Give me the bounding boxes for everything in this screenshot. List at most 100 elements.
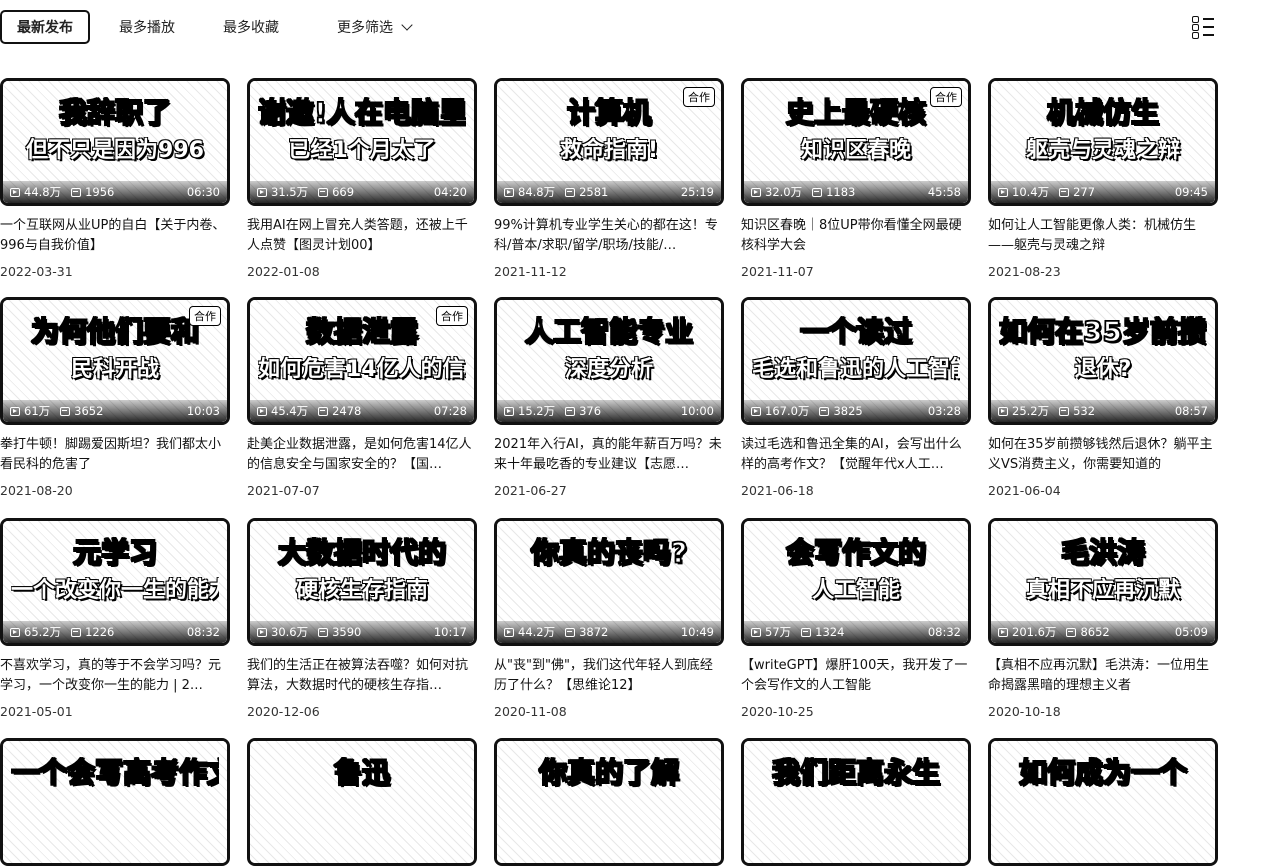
video-thumbnail[interactable]: 一个会写高考作文的: [0, 738, 230, 866]
cover-sub-text: 已经1个月太了: [288, 138, 436, 163]
video-title[interactable]: 知识区春晚｜8位UP带你看懂全网最硬核科学大会: [741, 216, 971, 256]
duration: 03:28: [927, 404, 961, 418]
video-stats: 167.0万 3825 03:28: [744, 400, 968, 422]
video-thumbnail[interactable]: 谢邀!人在电脑里 已经1个月太了 31.5万 669 04:20: [247, 78, 477, 206]
danmaku-icon: [60, 406, 71, 416]
danmaku-count: 1226: [85, 625, 115, 639]
video-title[interactable]: 我用AI在网上冒充人类答题，还被上千人点赞【图灵计划00】: [247, 216, 477, 256]
collab-badge: 合作: [930, 87, 962, 107]
video-thumbnail[interactable]: 我们距离永生: [741, 738, 971, 866]
collab-badge: 合作: [189, 306, 221, 326]
video-title[interactable]: 一个互联网从业UP的自白【关于内卷、996与自我价值】: [0, 216, 230, 256]
danmaku-count: 3590: [332, 625, 362, 639]
cover-sub-text: 但不只是因为996: [26, 138, 204, 163]
video-title[interactable]: 赴美企业数据泄露，是如何危害14亿人的信息安全与国家安全的？【国…: [247, 435, 477, 475]
video-title[interactable]: 如何让人工智能更像人类：机械仿生——躯壳与灵魂之辩: [988, 216, 1218, 256]
cover-sub-text: 毛选和鲁迅的人工智能: [752, 357, 960, 382]
video-card[interactable]: 谢邀!人在电脑里 已经1个月太了 31.5万 669 04:20 我用AI在网上…: [247, 78, 477, 279]
view-count: 15.2万: [518, 404, 556, 418]
video-card[interactable]: 数据泄露 如何危害14亿人的信息安全? 合作 45.4万 2478 07:28 …: [247, 297, 477, 498]
video-card[interactable]: 我们距离永生: [741, 738, 971, 866]
video-card[interactable]: 人工智能专业 深度分析 15.2万 376 10:00 2021年入行AI，真的…: [494, 297, 724, 498]
video-card[interactable]: 我辞职了 但不只是因为996 44.8万 1956 06:30 一个互联网从业U…: [0, 78, 230, 279]
video-card[interactable]: 机械仿生 躯壳与灵魂之辩 10.4万 277 09:45 如何让人工智能更像人类…: [988, 78, 1218, 279]
video-thumbnail[interactable]: 你真的丧吗? 44.2万 3872 10:49: [494, 518, 724, 646]
publish-date: 2020-10-25: [741, 704, 814, 719]
collab-badge: 合作: [436, 306, 468, 326]
video-title[interactable]: 2021年入行AI，真的能年薪百万吗？未来十年最吃香的专业建议【志愿…: [494, 435, 724, 475]
video-card[interactable]: 鲁迅: [247, 738, 477, 866]
video-thumbnail[interactable]: 机械仿生 躯壳与灵魂之辩 10.4万 277 09:45: [988, 78, 1218, 206]
video-card[interactable]: 你真的丧吗? 44.2万 3872 10:49 从"丧"到"佛"，我们这代年轻人…: [494, 518, 724, 719]
video-thumbnail[interactable]: 会写作文的 人工智能 57万 1324 08:32: [741, 518, 971, 646]
video-card[interactable]: 毛洪涛 真相不应再沉默 201.6万 8652 05:09 【真相不应再沉默】毛…: [988, 518, 1218, 719]
video-stats: 61万 3652 10:03: [3, 400, 227, 422]
video-title[interactable]: 99%计算机专业学生关心的都在这！专科/普本/求职/留学/职场/技能/…: [494, 216, 724, 256]
video-stats: 44.2万 3872 10:49: [497, 621, 721, 643]
video-thumbnail[interactable]: 你真的了解: [494, 738, 724, 866]
publish-date: 2021-06-18: [741, 483, 814, 498]
video-thumbnail[interactable]: 元学习 一个改变你一生的能力 65.2万 1226 08:32: [0, 518, 230, 646]
video-title[interactable]: 【真相不应再沉默】毛洪涛：一位用生命揭露黑暗的理想主义者: [988, 656, 1218, 696]
filter-most-fav-button[interactable]: 最多收藏: [223, 10, 279, 44]
filter-most-played-button[interactable]: 最多播放: [119, 10, 175, 44]
video-stats: 32.0万 1183 45:58: [744, 181, 968, 203]
view-count: 25.2万: [1012, 404, 1050, 418]
video-thumbnail[interactable]: 如何在35岁前攒够钱 退休? 25.2万 532 08:57: [988, 297, 1218, 425]
video-card[interactable]: 计算机 救命指南! 合作 84.8万 2581 25:19 99%计算机专业学生…: [494, 78, 724, 279]
cover-main-text: 会写作文的: [785, 537, 927, 569]
video-card[interactable]: 一个读过 毛选和鲁迅的人工智能 167.0万 3825 03:28 读过毛选和鲁…: [741, 297, 971, 498]
duration: 06:30: [186, 185, 220, 199]
danmaku-count: 669: [332, 185, 355, 199]
video-thumbnail[interactable]: 如何成为一个: [988, 738, 1218, 866]
duration: 09:45: [1174, 185, 1208, 199]
play-count-icon: [751, 406, 761, 416]
video-card[interactable]: 如何在35岁前攒够钱 退休? 25.2万 532 08:57 如何在35岁前攒够…: [988, 297, 1218, 498]
video-card[interactable]: 你真的了解: [494, 738, 724, 866]
video-title[interactable]: 不喜欢学习，真的等于不会学习吗？元学习，一个改变你一生的能力 | 2…: [0, 656, 230, 696]
video-thumbnail[interactable]: 人工智能专业 深度分析 15.2万 376 10:00: [494, 297, 724, 425]
video-title[interactable]: 拳打牛顿！脚踢爱因斯坦？我们都太小看民科的危害了: [0, 435, 230, 475]
video-thumbnail[interactable]: 计算机 救命指南! 合作 84.8万 2581 25:19: [494, 78, 724, 206]
video-title[interactable]: 【writeGPT】爆肝100天，我开发了一个会写作文的人工智能: [741, 656, 971, 696]
video-card[interactable]: 大数据时代的 硬核生存指南 30.6万 3590 10:17 我们的生活正在被算…: [247, 518, 477, 719]
video-title[interactable]: 如何在35岁前攒够钱然后退休？躺平主义VS消费主义，你需要知道的: [988, 435, 1218, 475]
video-card[interactable]: 会写作文的 人工智能 57万 1324 08:32 【writeGPT】爆肝10…: [741, 518, 971, 719]
video-thumbnail[interactable]: 为何他们要和 民科开战 合作 61万 3652 10:03: [0, 297, 230, 425]
danmaku-icon: [801, 627, 812, 637]
duration: 08:32: [186, 625, 220, 639]
duration: 45:58: [927, 185, 961, 199]
play-count-icon: [998, 406, 1008, 416]
view-count: 44.8万: [24, 185, 62, 199]
video-card[interactable]: 一个会写高考作文的: [0, 738, 230, 866]
video-card[interactable]: 史上最硬核 知识区春晚 合作 32.0万 1183 45:58 知识区春晚｜8位…: [741, 78, 971, 279]
video-thumbnail[interactable]: 我辞职了 但不只是因为996 44.8万 1956 06:30: [0, 78, 230, 206]
video-card[interactable]: 元学习 一个改变你一生的能力 65.2万 1226 08:32 不喜欢学习，真的…: [0, 518, 230, 719]
video-thumbnail[interactable]: 大数据时代的 硬核生存指南 30.6万 3590 10:17: [247, 518, 477, 646]
danmaku-icon: [318, 627, 329, 637]
list-view-icon[interactable]: [1192, 16, 1214, 39]
video-thumbnail[interactable]: 史上最硬核 知识区春晚 合作 32.0万 1183 45:58: [741, 78, 971, 206]
video-title[interactable]: 我们的生活正在被算法吞噬？如何对抗算法，大数据时代的硬核生存指…: [247, 656, 477, 696]
danmaku-count: 277: [1073, 185, 1096, 199]
view-count: 167.0万: [765, 404, 810, 418]
cover-main-text: 为何他们要和: [30, 316, 200, 348]
filter-more-dropdown[interactable]: 更多筛选: [337, 10, 413, 44]
video-card[interactable]: 为何他们要和 民科开战 合作 61万 3652 10:03 拳打牛顿！脚踢爱因斯…: [0, 297, 230, 498]
video-thumbnail[interactable]: 鲁迅: [247, 738, 477, 866]
video-title[interactable]: 读过毛选和鲁迅全集的AI，会写出什么样的高考作文？【觉醒年代x人工…: [741, 435, 971, 475]
filter-more-label: 更多筛选: [337, 20, 393, 36]
video-thumbnail[interactable]: 毛洪涛 真相不应再沉默 201.6万 8652 05:09: [988, 518, 1218, 646]
video-card[interactable]: 如何成为一个: [988, 738, 1218, 866]
cover-main-text: 一个读过: [799, 316, 913, 348]
play-count-icon: [257, 627, 267, 637]
filter-latest-button[interactable]: 最新发布: [0, 10, 90, 44]
video-thumbnail[interactable]: 数据泄露 如何危害14亿人的信息安全? 合作 45.4万 2478 07:28: [247, 297, 477, 425]
video-thumbnail[interactable]: 一个读过 毛选和鲁迅的人工智能 167.0万 3825 03:28: [741, 297, 971, 425]
filter-latest-label: 最新发布: [17, 20, 73, 36]
danmaku-count: 2478: [332, 404, 362, 418]
duration: 08:57: [1174, 404, 1208, 418]
cover-sub-text: 救命指南!: [559, 138, 659, 163]
video-title[interactable]: 从"丧"到"佛"，我们这代年轻人到底经历了什么？【思维论12】: [494, 656, 724, 696]
duration: 07:28: [433, 404, 467, 418]
